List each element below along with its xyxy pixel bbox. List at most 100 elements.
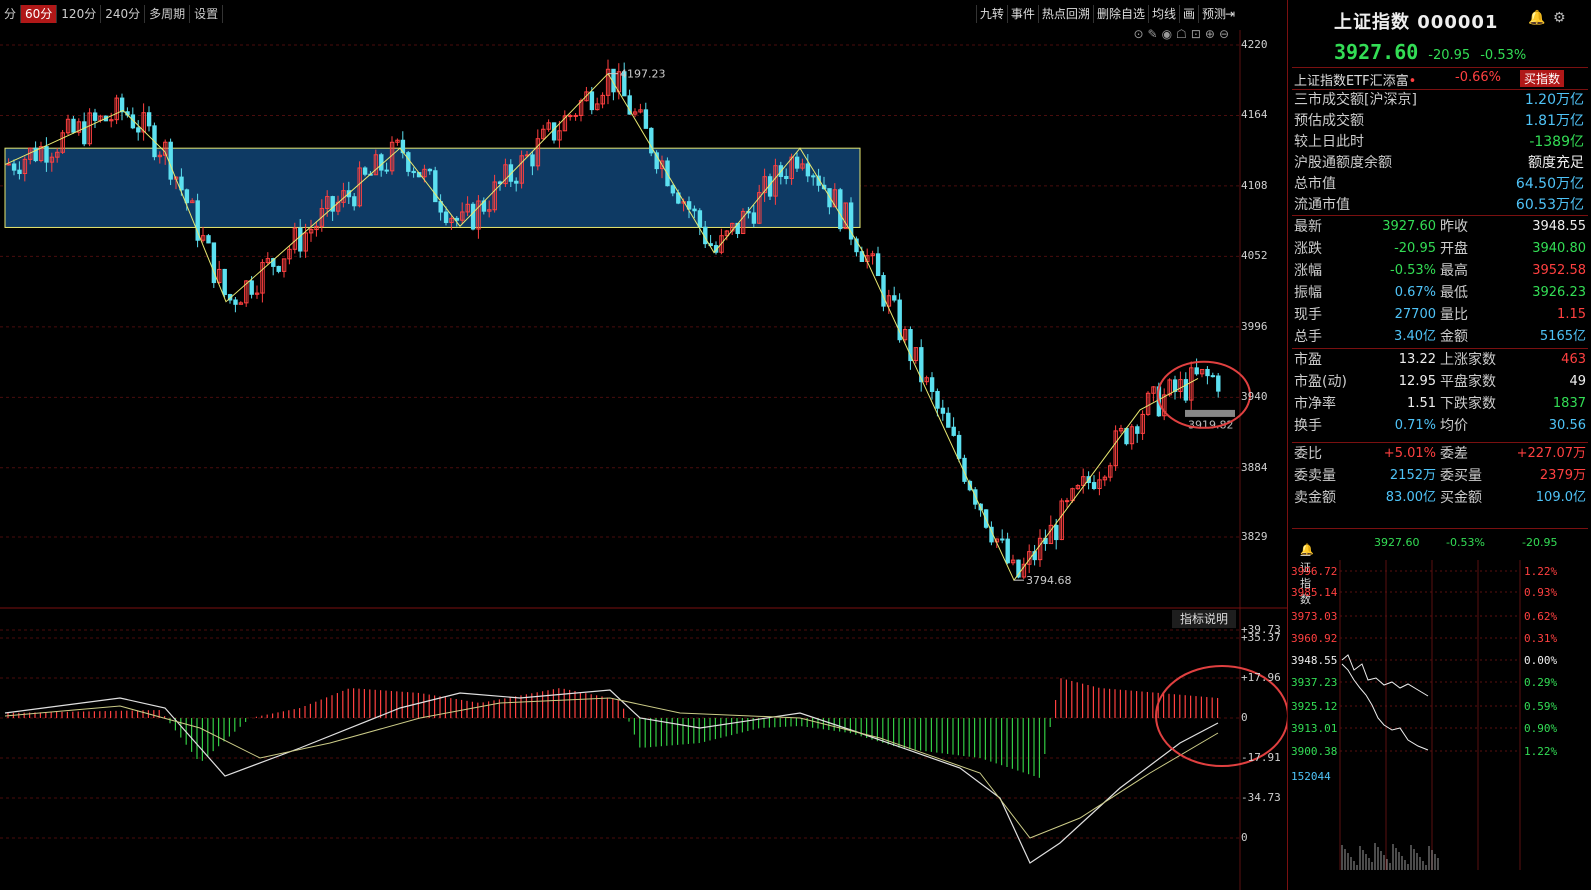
candle-body (811, 175, 816, 178)
bell-icon[interactable]: 🔔 (1528, 10, 1545, 26)
info-value: 额度充足 (1528, 155, 1584, 171)
order-stats: 委比 +5.01% 委差 +227.07万 委卖量 2152万 委买量 2379万 卖金额 83.… (1292, 442, 1588, 509)
candle-body (1216, 375, 1221, 392)
stat-key: 最新 (1294, 219, 1322, 235)
stat-row: 委卖量 2152万 委买量 2379万 (1292, 465, 1588, 487)
period-tab-4[interactable]: 多周期 (145, 5, 191, 23)
etf-row[interactable]: 上证指数ETF汇添富• -0.66% 买指数 (1292, 67, 1588, 89)
buy-index-button[interactable]: 买指数 (1520, 70, 1565, 87)
toolbar-item-0[interactable]: 九转 (975, 5, 1007, 23)
candlestick-svg[interactable]: 4197.23 3794.68 3919.82 (0, 30, 1287, 890)
candle-body (568, 115, 573, 118)
price-axis-label: 4164 (1241, 108, 1268, 122)
info-value: 1.20万亿 (1524, 92, 1584, 108)
stat-row: 涨跌 -20.95 开盘 3940.80 (1292, 238, 1588, 260)
stat-key: 委差 (1440, 446, 1468, 462)
candle-body (1091, 482, 1097, 489)
candle-body (1064, 500, 1070, 503)
price-axis-label: 3996 (1241, 319, 1268, 333)
high-label: 4197.23 (620, 68, 666, 81)
stat-key: 上涨家数 (1440, 352, 1496, 368)
indicator-explain-button[interactable]: 指标说明 (1172, 610, 1236, 628)
mini-left-axis-label: 3948.55 (1291, 654, 1337, 667)
intraday-chart[interactable]: 3996.72 3985.14 3973.03 3960.92 3948.55 3937.… (1288, 560, 1591, 890)
mini-right-axis-label: 1.22% (1524, 745, 1557, 758)
candle-body (206, 235, 211, 244)
gear-icon[interactable]: ⚙ (1553, 10, 1566, 26)
info-value: -1389亿 (1529, 134, 1584, 150)
low-label: 3794.68 (1026, 574, 1072, 587)
candle-body (146, 112, 152, 127)
toolbar-item-5[interactable]: 画 (1178, 5, 1198, 23)
candle-body (379, 154, 384, 171)
indicator-axis-label: -34.73 (1241, 791, 1281, 804)
candle-body (951, 426, 956, 436)
bell-icon[interactable]: 🔔 (1300, 543, 1314, 556)
stat-key: 卖金额 (1294, 490, 1336, 506)
candle-body (643, 109, 649, 129)
kline-chart-panel[interactable]: 分 60分 120分 240分 多周期 设置 九转 事件 热点回溯 删除自选 均线画预测 ⇥ ⊙ ✎… (0, 0, 1288, 890)
intraday-price: 3927.60 (1374, 536, 1420, 549)
period-tab-0[interactable]: 分 (0, 5, 22, 23)
toolbar-item-3[interactable]: 删除自选 (1092, 5, 1148, 23)
candle-body (935, 390, 940, 409)
candle-body (352, 196, 357, 207)
stat-value: 3927.60 (1382, 219, 1436, 234)
candle-body (805, 163, 811, 177)
candle-body (875, 253, 881, 277)
candle-body (276, 265, 281, 272)
stat-row: 市盈 13.22 上涨家数 463 (1292, 349, 1588, 371)
info-row: 预估成交额 1.81万亿 (1292, 111, 1588, 132)
period-tab-2[interactable]: 120分 (57, 5, 102, 23)
candle-body (17, 169, 22, 175)
candle-body (92, 112, 98, 121)
candle-body (71, 118, 76, 133)
toolbar-item-1[interactable]: 事件 (1006, 5, 1038, 23)
stat-value: 12.95 (1398, 374, 1436, 389)
valuation-stats: 市盈 13.22 上涨家数 463 市盈(动) 12.95 平盘家数 49 市净率 1.51 下跌家… (1292, 348, 1588, 437)
mini-left-axis-label: 3960.92 (1291, 632, 1337, 645)
price-change: -20.95 (1428, 48, 1471, 63)
info-row: 三市成交额[沪深京] 1.20万亿 (1292, 90, 1588, 111)
stat-value: 2379万 (1539, 468, 1586, 483)
collapse-panel-icon[interactable]: ⇥ (1222, 5, 1238, 23)
toolbar-item-4[interactable]: 均线 (1147, 5, 1179, 23)
candle-body (929, 377, 935, 392)
quote-title: 上证指数 000001 (1334, 12, 1499, 33)
stat-key: 市净率 (1294, 396, 1336, 412)
stat-key: 平盘家数 (1440, 374, 1496, 390)
candle-body (946, 412, 951, 428)
info-key: 总市值 (1294, 176, 1336, 192)
candle-body (589, 91, 595, 111)
candle-body (119, 97, 125, 113)
candle-body (6, 163, 11, 166)
indicator-axis-label: -17.91 (1241, 751, 1281, 764)
candle-body (249, 280, 254, 295)
price-axis-label: 4052 (1241, 249, 1268, 263)
stat-value: 0.67% (1394, 285, 1436, 300)
candle-body (1054, 524, 1059, 541)
period-tab-5[interactable]: 设置 (190, 5, 224, 23)
stat-key: 最低 (1440, 285, 1468, 301)
current-price-label: 3919.82 (1188, 419, 1234, 432)
candle-body (1005, 538, 1010, 564)
stat-value: 49 (1569, 374, 1586, 389)
info-key: 预估成交额 (1294, 113, 1364, 129)
period-tab-1[interactable]: 60分 (21, 5, 58, 23)
stat-value: 3.40亿 (1394, 329, 1436, 344)
stat-key: 振幅 (1294, 285, 1322, 301)
info-key: 较上日此时 (1294, 134, 1364, 150)
period-tab-3[interactable]: 240分 (101, 5, 146, 23)
mini-right-axis-label: 0.29% (1524, 676, 1557, 689)
stat-value: 1.51 (1407, 396, 1436, 411)
price-axis-label: 4108 (1241, 178, 1268, 192)
stat-key: 涨幅 (1294, 263, 1322, 279)
stat-value: 30.56 (1548, 418, 1586, 433)
toolbar-item-2[interactable]: 热点回溯 (1037, 5, 1093, 23)
stat-key: 最高 (1440, 263, 1468, 279)
candle-body (443, 211, 449, 224)
candle-body (1183, 379, 1189, 401)
mini-left-axis-label: 3937.23 (1291, 676, 1337, 689)
price-row: 3927.60 -20.95 -0.53% (1334, 40, 1526, 64)
indicator-axis-label: +35.37 (1241, 631, 1281, 644)
